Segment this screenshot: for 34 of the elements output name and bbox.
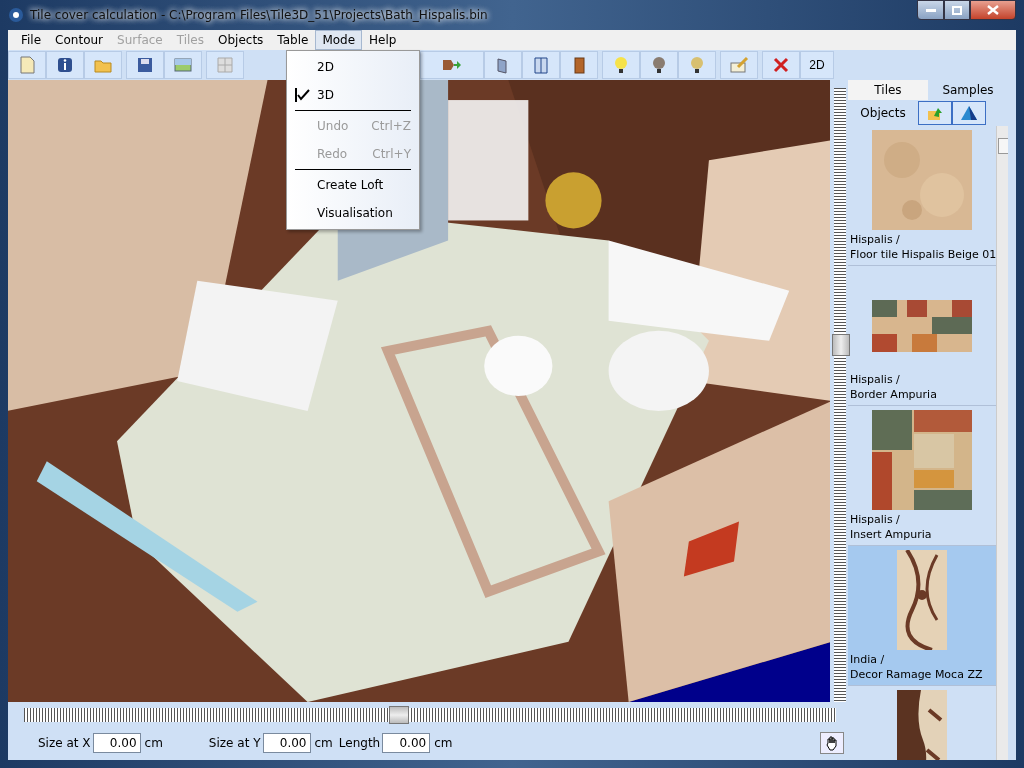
menu-item[interactable]: Contour [48, 30, 110, 50]
menu-option[interactable]: Visualisation [287, 199, 419, 227]
tile-name: Hispalis / Floor tile Hispalis Beige 01 [849, 232, 997, 263]
tab[interactable]: Objects [848, 105, 918, 121]
input-field[interactable]: 0.00 [382, 733, 431, 753]
view-2d-button[interactable]: 2D [800, 51, 834, 79]
tab[interactable]: Tiles [848, 80, 928, 100]
menu-item[interactable]: File [14, 30, 49, 50]
unit-label: cm [434, 736, 453, 750]
unit-label: cm [144, 736, 163, 750]
menu-option[interactable]: 2D [287, 53, 419, 81]
menu-item[interactable]: Help [362, 30, 404, 50]
unit-label: cm [314, 736, 333, 750]
tile-name: India / Decor Ramage Moca ZZ [849, 652, 984, 683]
tab[interactable]: Samples [928, 80, 1008, 100]
menu-item[interactable]: Mode [315, 30, 363, 50]
tile-list-item[interactable]: Hispalis / Insert Ampuria [848, 406, 997, 546]
menu-item[interactable]: Table [270, 30, 316, 50]
window-title: Tile cover calculation - C:\Program Files\Tile3D_51\Projects\Bath_Hispalis.bin [30, 8, 489, 22]
tile-list-item[interactable]: Hispalis / Floor tile Hispalis Beige 01 [848, 126, 997, 266]
field-label: Size at Y [208, 736, 261, 750]
field-label: Size at X [38, 736, 91, 750]
shortcut-label: Ctrl+Y [372, 147, 411, 161]
shortcut-label: Ctrl+Z [371, 119, 411, 133]
menu-option[interactable]: 3D [287, 81, 419, 109]
input-field[interactable]: 0.00 [92, 733, 141, 753]
input-field[interactable]: 0.00 [262, 733, 311, 753]
tile-list-item[interactable]: India / Decor Ramage Moca ZZ [848, 546, 997, 686]
tile-list-item[interactable]: Hispalis / Border Ampuria [848, 266, 997, 406]
field-label: Length [338, 736, 381, 750]
menu-item[interactable]: Objects [211, 30, 271, 50]
menu-option[interactable]: Create Loft [287, 171, 419, 199]
tile-name: Hispalis / Border Ampuria [849, 372, 938, 403]
tile-name: Hispalis / Insert Ampuria [849, 512, 933, 543]
